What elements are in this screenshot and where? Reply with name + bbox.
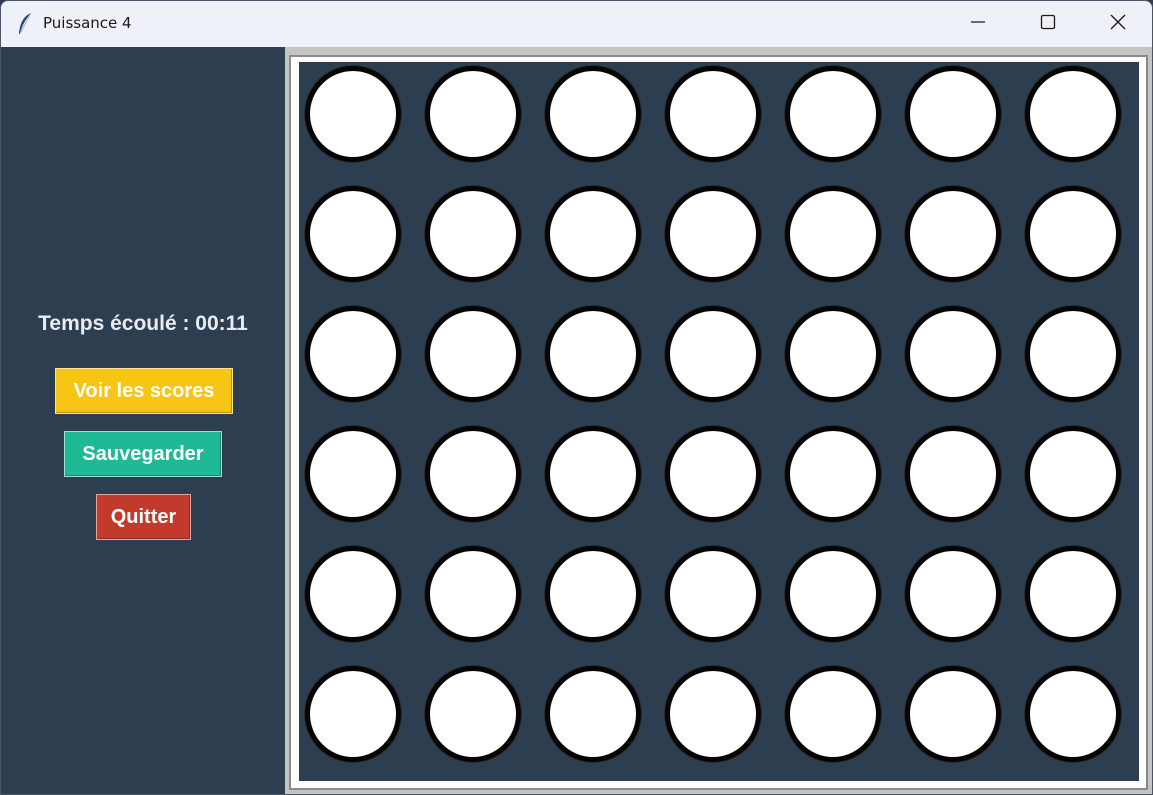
board-cell-2-0[interactable] [305,306,401,402]
board-cell-1-3[interactable] [665,186,761,282]
board-cell-0-0[interactable] [305,66,401,162]
maximize-button[interactable] [1013,1,1083,47]
board-cell-5-0[interactable] [305,666,401,762]
minimize-icon [970,14,986,35]
title-bar[interactable]: Puissance 4 [1,1,1152,47]
board-cell-1-4[interactable] [785,186,881,282]
board-cell-3-4[interactable] [785,426,881,522]
board-cell-1-1[interactable] [425,186,521,282]
board-cell-2-1[interactable] [425,306,521,402]
board-cell-2-4[interactable] [785,306,881,402]
game-board[interactable] [299,62,1139,781]
board-cell-0-1[interactable] [425,66,521,162]
window-title: Puissance 4 [43,14,132,32]
board-cell-3-6[interactable] [1025,426,1121,522]
maximize-icon [1040,14,1056,35]
board-cell-4-4[interactable] [785,546,881,642]
board-cell-0-3[interactable] [665,66,761,162]
board-cell-5-3[interactable] [665,666,761,762]
feather-icon [16,12,34,36]
board-cell-5-1[interactable] [425,666,521,762]
board-cell-3-2[interactable] [545,426,641,522]
board-cell-4-6[interactable] [1025,546,1121,642]
app-window: Puissance 4 Temps écoulé : 00:11 Voir le… [0,0,1153,795]
board-cell-3-5[interactable] [905,426,1001,522]
board-cell-4-3[interactable] [665,546,761,642]
board-cell-3-1[interactable] [425,426,521,522]
board-cell-4-1[interactable] [425,546,521,642]
board-cell-2-2[interactable] [545,306,641,402]
board-cell-1-2[interactable] [545,186,641,282]
close-button[interactable] [1083,1,1152,47]
board-cell-2-3[interactable] [665,306,761,402]
board-cell-2-6[interactable] [1025,306,1121,402]
board-cell-5-6[interactable] [1025,666,1121,762]
elapsed-time-label: Temps écoulé : 00:11 [38,312,248,335]
board-cell-1-6[interactable] [1025,186,1121,282]
board-cell-3-3[interactable] [665,426,761,522]
board-cell-4-2[interactable] [545,546,641,642]
view-scores-button[interactable]: Voir les scores [55,368,233,414]
board-cell-2-5[interactable] [905,306,1001,402]
quit-button[interactable]: Quitter [96,494,191,540]
save-button[interactable]: Sauvegarder [64,431,222,477]
board-cell-5-5[interactable] [905,666,1001,762]
minimize-button[interactable] [943,1,1013,47]
board-cell-4-5[interactable] [905,546,1001,642]
sidebar-panel: Temps écoulé : 00:11 Voir les scores Sau… [1,47,285,794]
board-cell-1-0[interactable] [305,186,401,282]
close-icon [1110,14,1126,35]
board-cell-4-0[interactable] [305,546,401,642]
board-cell-0-5[interactable] [905,66,1001,162]
board-cell-0-4[interactable] [785,66,881,162]
board-cell-0-6[interactable] [1025,66,1121,162]
board-cell-0-2[interactable] [545,66,641,162]
board-cell-5-4[interactable] [785,666,881,762]
board-cell-1-5[interactable] [905,186,1001,282]
board-cell-5-2[interactable] [545,666,641,762]
board-cell-3-0[interactable] [305,426,401,522]
